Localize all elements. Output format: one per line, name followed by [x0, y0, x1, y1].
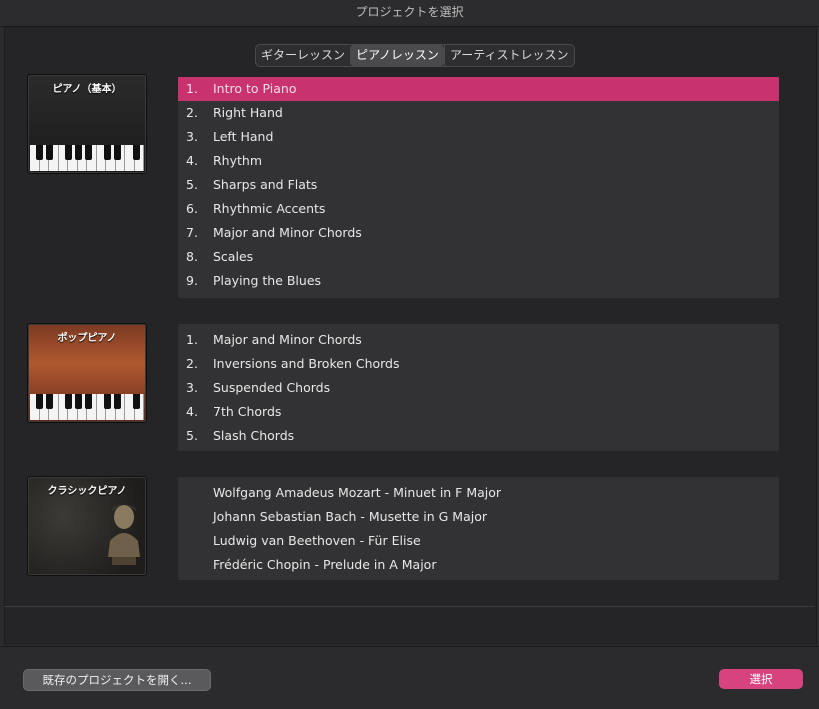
list-item[interactable]: 4. Rhythm [178, 149, 779, 173]
list-item[interactable]: Ludwig van Beethoven - Für Elise [178, 529, 779, 553]
piano-keys-icon [30, 394, 144, 420]
list-item[interactable]: 2. Right Hand [178, 101, 779, 125]
list-item[interactable]: 5. Slash Chords [178, 424, 779, 448]
list-item[interactable]: 2. Inversions and Broken Chords [178, 352, 779, 376]
composer-bust-icon [108, 504, 140, 565]
lesson-list-classic-piano: Wolfgang Amadeus Mozart - Minuet in F Ma… [178, 477, 779, 580]
tab-guitar-lessons[interactable]: ギターレッスン [256, 45, 350, 66]
list-item[interactable]: Johann Sebastian Bach - Musette in G Maj… [178, 505, 779, 529]
pop-piano-thumbnail[interactable]: ポップピアノ [27, 323, 147, 423]
window-title: プロジェクトを選択 [0, 0, 819, 27]
tab-piano-lessons[interactable]: ピアノレッスン [350, 45, 444, 66]
open-existing-project-button[interactable]: 既存のプロジェクトを開く... [23, 669, 211, 691]
list-item[interactable]: 1. Intro to Piano [178, 77, 779, 101]
list-item[interactable]: 5. Sharps and Flats [178, 173, 779, 197]
lesson-type-tabs: ギターレッスン ピアノレッスン アーティストレッスン [255, 44, 575, 67]
list-item[interactable]: Wolfgang Amadeus Mozart - Minuet in F Ma… [178, 481, 779, 505]
list-item[interactable]: 1. Major and Minor Chords [178, 328, 779, 352]
list-item[interactable]: 9. Playing the Blues [178, 269, 779, 293]
list-item[interactable]: 4. 7th Chords [178, 400, 779, 424]
piano-basic-thumbnail[interactable]: ピアノ（基本） [27, 74, 147, 174]
list-item[interactable]: 7. Major and Minor Chords [178, 221, 779, 245]
classic-piano-thumbnail[interactable]: クラシックピアノ [27, 476, 147, 576]
thumbnail-label: クラシックピアノ [47, 486, 127, 497]
lesson-chooser: ギターレッスン ピアノレッスン アーティストレッスン ピアノ（基本） 1. Int… [4, 27, 817, 645]
lesson-list-piano-basic: 1. Intro to Piano 2. Right Hand 3. Left Han… [178, 77, 779, 298]
list-item[interactable]: 3. Left Hand [178, 125, 779, 149]
thumbnail-label: ピアノ（基本） [52, 84, 122, 95]
list-item[interactable]: 8. Scales [178, 245, 779, 269]
list-item[interactable]: 3. Suspended Chords [178, 376, 779, 400]
lesson-list-pop-piano: 1. Major and Minor Chords 2. Inversions an… [178, 324, 779, 451]
dialog-footer: 既存のプロジェクトを開く... 選択 [0, 646, 819, 709]
piano-keys-icon [30, 145, 144, 171]
tab-artist-lessons[interactable]: アーティストレッスン [443, 45, 574, 66]
list-item[interactable]: 6. Rhythmic Accents [178, 197, 779, 221]
thumbnail-label: ポップピアノ [57, 333, 117, 344]
divider [4, 606, 815, 607]
list-item[interactable]: Frédéric Chopin - Prelude in A Major [178, 553, 779, 577]
select-button[interactable]: 選択 [719, 669, 803, 689]
